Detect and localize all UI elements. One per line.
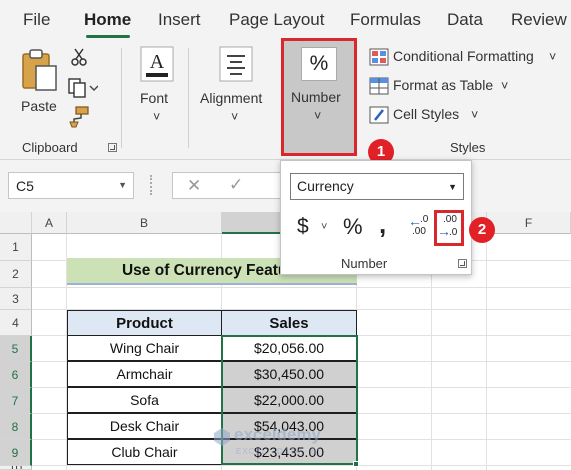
row-header-6[interactable]: 6	[0, 362, 32, 388]
format-as-table-label: Format as Table	[393, 77, 494, 93]
conditional-formatting-dropdown-icon: ˅	[549, 50, 557, 64]
number-format-dropdown-icon: ▼	[448, 182, 457, 192]
active-tab-indicator	[86, 35, 130, 38]
exceldemy-logo-icon	[214, 428, 230, 446]
product-cell[interactable]: Club Chair	[67, 439, 222, 465]
percent-style-icon[interactable]: %	[343, 214, 363, 240]
enter-icon[interactable]: ✓	[229, 175, 243, 195]
increase-decimal-top: .0	[420, 214, 429, 225]
font-label: Font	[140, 90, 169, 106]
number-dropdown-icon: ˅	[314, 109, 322, 123]
cell-styles-label: Cell Styles	[393, 106, 460, 122]
number-launcher-icon[interactable]	[458, 259, 467, 268]
gridline	[486, 234, 487, 470]
number-format-popup: Currency ▼ $ ˅ % , ← .0 .00 .00 → .0 Num…	[280, 160, 472, 275]
alignment-dropdown-icon: ˅	[231, 110, 239, 124]
row-header-5[interactable]: 5	[0, 336, 32, 362]
cell-styles-button[interactable]: Cell Styles ˅	[369, 104, 489, 126]
tab-review[interactable]: Review	[511, 10, 567, 30]
row-header-1[interactable]: 1	[0, 234, 32, 261]
name-box[interactable]: C5 ▼	[8, 172, 134, 199]
column-header-b[interactable]: B	[67, 212, 222, 234]
font-button[interactable]: A Font ˅	[134, 44, 180, 124]
group-divider	[188, 48, 189, 148]
product-cell[interactable]: Desk Chair	[67, 413, 222, 439]
decrease-decimal-bottom: .0	[449, 227, 458, 238]
number-format-select[interactable]: Currency ▼	[290, 173, 464, 200]
callout-badge-2: 2	[469, 217, 495, 243]
tab-insert[interactable]: Insert	[158, 10, 201, 30]
cell-styles-icon	[369, 106, 389, 124]
clipboard-launcher-icon[interactable]	[108, 143, 117, 152]
row-header-4[interactable]: 4	[0, 310, 32, 336]
tab-formulas[interactable]: Formulas	[350, 10, 421, 30]
formula-input[interactable]: ✕ ✓	[172, 172, 282, 199]
number-group-label: Number	[341, 256, 388, 271]
product-cell[interactable]: Sofa	[67, 387, 222, 413]
comma-style-icon[interactable]: ,	[379, 209, 386, 240]
increase-decimal-bottom: .00	[412, 226, 426, 237]
styles-group-label: Styles	[450, 140, 486, 155]
row-header-7[interactable]: 7	[0, 388, 32, 414]
conditional-formatting-icon	[369, 48, 389, 66]
paste-label: Paste	[21, 98, 57, 114]
accounting-format-icon[interactable]: $	[297, 215, 309, 239]
clipboard-group-label: Clipboard	[22, 140, 78, 155]
column-header-a[interactable]: A	[32, 212, 67, 234]
ribbon: Paste Clipboard A Font ˅ Alignment ˅ % N…	[0, 38, 571, 160]
row-header-3[interactable]: 3	[0, 288, 32, 310]
format-as-table-button[interactable]: Format as Table ˅	[369, 75, 519, 97]
number-format-value: Currency	[297, 178, 354, 194]
name-box-value: C5	[16, 178, 34, 194]
cut-icon[interactable]	[70, 48, 88, 66]
font-dropdown-icon: ˅	[153, 110, 161, 124]
conditional-formatting-button[interactable]: Conditional Formatting ˅	[369, 46, 569, 68]
copy-icon[interactable]	[68, 78, 98, 98]
paste-button[interactable]: Paste	[16, 48, 64, 120]
row-header-9[interactable]: 9	[0, 440, 32, 466]
alignment-button[interactable]: Alignment ˅	[197, 44, 275, 124]
product-cell[interactable]: Wing Chair	[67, 335, 222, 361]
font-icon: A	[140, 46, 174, 82]
column-header-f[interactable]: F	[487, 212, 571, 234]
cell-styles-dropdown-icon: ˅	[471, 108, 479, 122]
gridline	[32, 287, 571, 288]
row-header-10[interactable]: 10	[0, 466, 32, 470]
conditional-formatting-label: Conditional Formatting	[393, 48, 534, 64]
tab-file[interactable]: File	[23, 10, 50, 30]
header-product[interactable]: Product	[67, 310, 222, 336]
product-cell[interactable]: Armchair	[67, 361, 222, 387]
format-as-table-icon	[369, 77, 389, 95]
select-all-corner[interactable]	[0, 212, 32, 234]
decrease-decimal-button[interactable]: .00 → .0	[434, 210, 464, 246]
watermark-name: exceldemy	[234, 425, 321, 444]
increase-decimal-button[interactable]: ← .0 .00	[408, 213, 432, 241]
menu-bar: File Home Insert Page Layout Formulas Da…	[0, 0, 571, 40]
svg-text:A: A	[150, 51, 165, 73]
tab-page-layout[interactable]: Page Layout	[229, 10, 324, 30]
watermark-tagline: EXCEL · DATA · BI	[236, 447, 321, 456]
tab-home[interactable]: Home	[84, 10, 131, 30]
accounting-dropdown-icon[interactable]: ˅	[321, 221, 327, 233]
row-header-8[interactable]: 8	[0, 414, 32, 440]
name-box-dropdown-icon: ▼	[118, 180, 127, 190]
alignment-icon	[219, 46, 253, 82]
alignment-label: Alignment	[200, 90, 263, 106]
group-divider	[121, 48, 122, 148]
gridline	[32, 465, 571, 466]
percent-icon: %	[301, 47, 337, 81]
header-sales[interactable]: Sales	[221, 310, 357, 336]
row-header-2[interactable]: 2	[0, 261, 32, 288]
cancel-icon[interactable]: ✕	[187, 176, 201, 196]
number-button[interactable]: % Number ˅	[281, 38, 357, 156]
format-painter-icon[interactable]	[68, 106, 90, 128]
number-label: Number	[291, 89, 341, 105]
formula-bar-separator	[150, 175, 154, 195]
format-as-table-dropdown-icon: ˅	[501, 79, 509, 93]
tab-data[interactable]: Data	[447, 10, 483, 30]
paste-icon	[22, 49, 57, 91]
exceldemy-watermark: exceldemy EXCEL · DATA · BI	[212, 424, 362, 464]
